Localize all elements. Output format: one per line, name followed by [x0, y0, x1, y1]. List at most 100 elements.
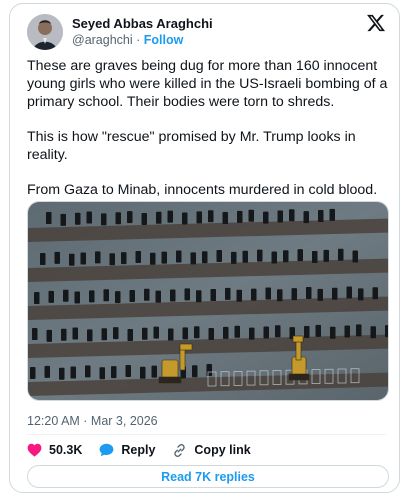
grave	[265, 287, 271, 300]
grave	[150, 252, 156, 265]
grave	[144, 288, 150, 301]
grave	[40, 253, 46, 265]
read-replies-button[interactable]: Read 7K replies	[27, 465, 389, 488]
grave	[176, 250, 182, 263]
grave	[99, 367, 105, 380]
grave	[85, 365, 91, 378]
reply-button[interactable]: Reply	[99, 443, 155, 457]
grave	[291, 288, 297, 301]
grave	[63, 289, 69, 302]
grave	[306, 287, 312, 299]
grave	[231, 251, 237, 264]
grave	[196, 211, 202, 224]
grave	[69, 253, 75, 266]
tweet-timestamp[interactable]: 12:20 AM · Mar 3, 2026	[27, 414, 158, 428]
grave	[75, 212, 81, 225]
grave	[338, 248, 344, 261]
follow-button[interactable]: Follow	[144, 33, 184, 47]
grave	[323, 249, 329, 262]
grave	[315, 324, 321, 337]
grave	[283, 250, 289, 263]
action-bar: 50.3K Reply Copy link	[27, 440, 268, 460]
grave	[304, 326, 310, 338]
grave	[95, 251, 101, 264]
grave	[237, 210, 243, 223]
grave	[115, 212, 121, 225]
grave	[127, 211, 133, 224]
grave	[194, 326, 200, 339]
copy-link-button[interactable]: Copy link	[172, 443, 251, 458]
divider	[27, 434, 386, 435]
grave	[142, 327, 148, 340]
grave	[182, 212, 188, 225]
grave	[263, 211, 269, 224]
reply-bubble-icon	[99, 443, 114, 457]
tweet-paragraph-2: This is how "rescue" promised by Mr. Tru…	[27, 129, 356, 163]
x-logo-icon[interactable]	[366, 13, 386, 33]
grave	[153, 326, 159, 339]
tweet-text: These are graves being dug for more than…	[27, 57, 395, 216]
tweet-paragraph-1: These are graves being dug for more than…	[27, 58, 388, 110]
grave	[332, 287, 338, 300]
grave	[370, 326, 376, 339]
grave	[155, 290, 161, 303]
grave	[60, 213, 66, 226]
grave	[208, 328, 214, 341]
grave	[234, 325, 240, 338]
grave	[385, 325, 388, 338]
grave	[70, 366, 76, 379]
grave	[32, 328, 38, 340]
grave	[111, 366, 117, 379]
grave	[86, 211, 92, 224]
grave	[59, 367, 65, 380]
grave	[277, 289, 283, 302]
grave	[48, 290, 54, 303]
grave	[167, 210, 173, 223]
grave	[289, 209, 295, 222]
grave	[170, 289, 176, 302]
grave	[141, 212, 147, 225]
author-name[interactable]: Seyed Abbas Araghchi	[72, 16, 213, 31]
grave	[109, 253, 115, 266]
author-handle[interactable]: @araghchi	[72, 33, 133, 47]
tweet-media-image[interactable]	[27, 201, 389, 401]
grave	[54, 251, 60, 264]
grave	[46, 212, 52, 224]
grave	[44, 365, 50, 378]
grave	[125, 364, 131, 377]
grave	[190, 252, 196, 265]
grave	[303, 211, 309, 224]
like-button[interactable]: 50.3K	[27, 443, 82, 457]
grave	[127, 328, 133, 341]
grave	[318, 210, 324, 222]
grave	[184, 288, 190, 301]
grave	[263, 326, 269, 339]
tweet-card[interactable]: Seyed Abbas Araghchi @araghchi · Follow …	[9, 3, 400, 493]
grave	[346, 286, 352, 299]
grave	[89, 290, 95, 303]
grave	[156, 211, 162, 224]
grave	[168, 328, 174, 341]
grave	[358, 288, 364, 301]
grave	[248, 209, 254, 222]
grave	[101, 213, 107, 226]
grave	[249, 327, 255, 340]
grave	[317, 288, 323, 301]
grave	[115, 291, 121, 304]
grave	[30, 367, 36, 379]
grave	[129, 289, 135, 302]
grave	[161, 251, 167, 264]
grave	[196, 290, 202, 303]
grave	[356, 324, 362, 337]
grave	[236, 289, 242, 302]
grave	[202, 251, 208, 264]
grave	[61, 328, 67, 341]
grave	[103, 289, 109, 302]
grave	[297, 249, 303, 262]
grave	[192, 365, 198, 378]
grave	[208, 210, 214, 223]
grave	[271, 251, 277, 264]
separator-dot: ·	[136, 33, 141, 47]
grave	[344, 325, 350, 338]
avatar[interactable]	[27, 14, 63, 50]
